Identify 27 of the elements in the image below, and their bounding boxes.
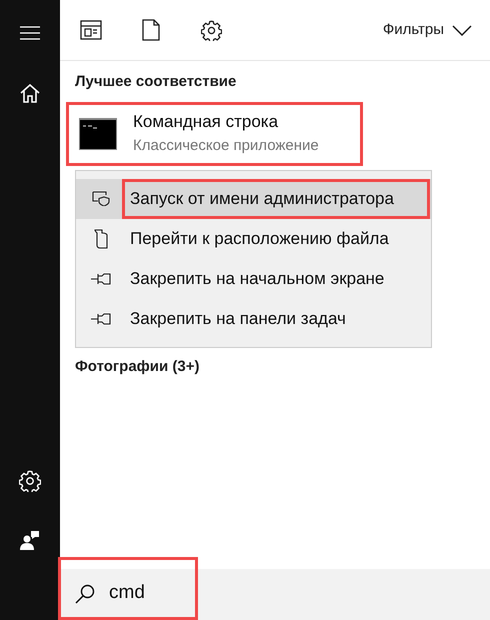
menu-item-label: Закрепить на панели задач [129,308,347,330]
pin-icon [91,272,111,284]
menu-item[interactable]: Закрепить на панели задач [76,298,431,338]
shield-icon [92,191,110,206]
chevron-down-icon [452,24,472,36]
menu-item[interactable]: Перейти к расположению файла [76,218,431,258]
menu-item[interactable]: Закрепить на начальном экране [76,258,431,298]
home-icon[interactable] [20,84,40,103]
section-heading: Лучшее соответствие [75,72,238,92]
terminal-icon [79,118,117,150]
folder-icon [94,228,108,248]
search-icon [75,584,95,604]
menu-item-label: Перейти к расположению файла [129,228,390,250]
result-title: Командная строка [133,111,280,133]
menu-icon[interactable] [20,26,40,40]
person-icon[interactable] [20,530,40,550]
window-icon[interactable] [80,20,102,40]
result-subtitle: Классическое приложение [133,136,319,156]
document-icon[interactable] [142,19,160,41]
settings-icon[interactable] [201,20,222,40]
section-heading: Фотографии (3+) [75,356,200,376]
menu-item-label: Закрепить на начальном экране [129,268,386,290]
pin-icon [91,312,111,324]
filters-dropdown[interactable]: Фильтры [382,18,472,42]
best-match-result[interactable]: Командная строка Классическое приложение [66,102,363,166]
search-field[interactable]: cmd [58,557,198,620]
search-query: cmd [109,581,145,606]
